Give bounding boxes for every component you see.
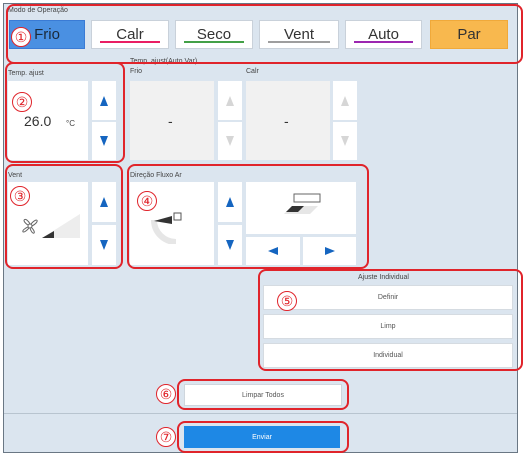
divider	[4, 413, 517, 414]
callout-4-number: ④	[137, 191, 157, 211]
callout-6-number: ⑥	[156, 384, 176, 404]
callout-7-box	[177, 421, 349, 453]
callout-2-number: ②	[12, 92, 32, 112]
callout-4-box	[127, 164, 369, 269]
auto-temp-frio-down-button[interactable]	[218, 122, 242, 160]
callout-3-number: ③	[10, 186, 30, 206]
callout-2-box	[5, 62, 125, 163]
auto-temp-frio-up-button[interactable]	[218, 81, 242, 120]
callout-6-box	[177, 379, 349, 410]
auto-temp-calr-display: -	[246, 81, 330, 160]
auto-temp-calr-down-button[interactable]	[333, 122, 357, 160]
arrow-down-icon	[226, 136, 234, 146]
auto-temp-calr-label: Calr	[246, 68, 259, 75]
auto-temp-calr-up-button[interactable]	[333, 81, 357, 120]
callout-1-box	[6, 4, 523, 64]
auto-temp-calr-value: -	[284, 113, 289, 129]
callout-5-box	[258, 269, 523, 371]
arrow-up-icon	[341, 95, 349, 106]
auto-temp-frio-value: -	[168, 113, 173, 129]
arrow-down-icon	[341, 136, 349, 146]
auto-temp-frio-label: Frio	[130, 68, 143, 75]
callout-3-box	[5, 164, 123, 269]
callout-5-number: ⑤	[277, 291, 297, 311]
auto-temp-frio-display: -	[130, 81, 214, 160]
arrow-up-icon	[226, 95, 234, 106]
callout-1-number: ①	[11, 27, 31, 47]
callout-7-number: ⑦	[156, 427, 176, 447]
